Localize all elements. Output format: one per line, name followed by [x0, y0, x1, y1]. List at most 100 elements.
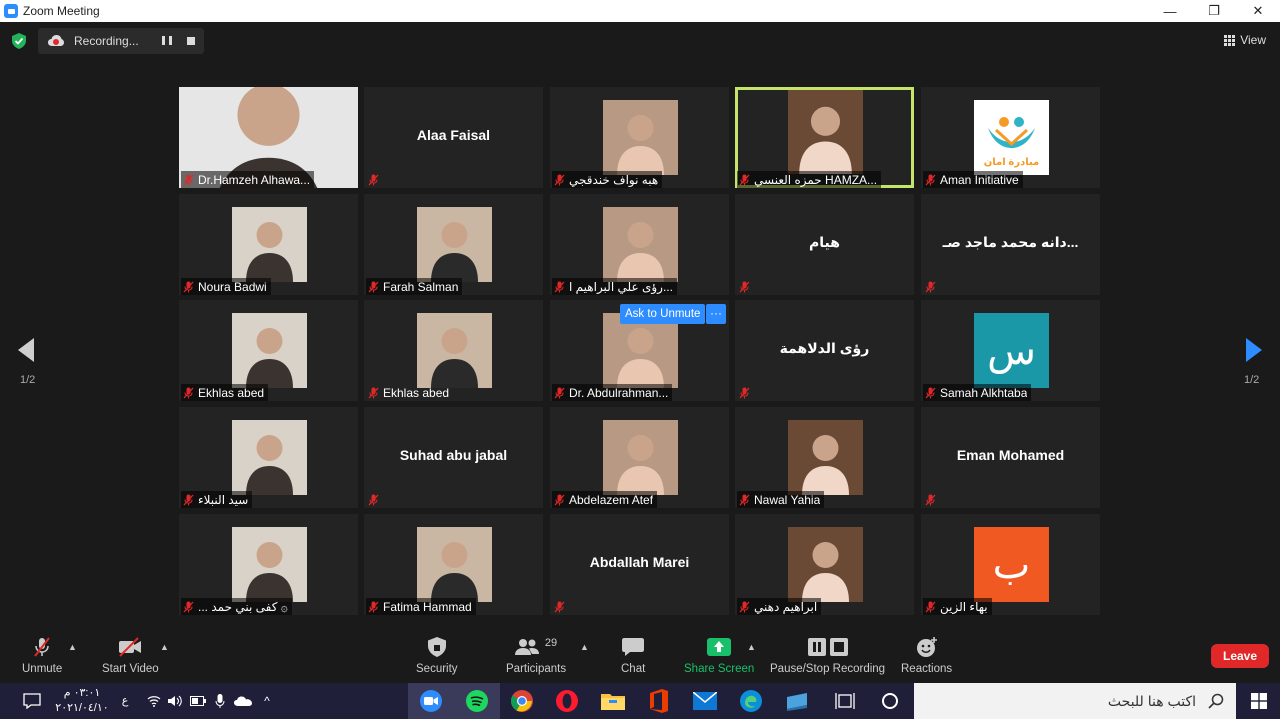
task-view-icon[interactable] — [822, 683, 868, 719]
chat-button[interactable]: Chat — [621, 636, 645, 675]
participant-name: Ekhlas abed — [383, 385, 450, 400]
participant-name-label: Dr. Abdulrahman... — [552, 384, 673, 401]
stop-recording-button[interactable] — [187, 37, 195, 45]
participant-display-name: دانه محمد ماجد صـ... — [942, 234, 1079, 250]
ask-to-unmute-button[interactable]: Ask to Unmute — [620, 304, 706, 324]
participant-tile[interactable]: ب بهاء الزين — [921, 514, 1100, 615]
more-options-button[interactable]: ··· — [706, 304, 726, 324]
windows-taskbar: ٠٣:٠١ م ٢٠٢١/٠٤/١٠ ع ^ اكتب هنا للبحث — [0, 683, 1280, 719]
leave-button[interactable]: Leave — [1211, 644, 1269, 668]
participant-tile[interactable]: Fatima Hammad — [364, 514, 543, 615]
taskbar-opera-icon[interactable] — [544, 683, 590, 719]
participant-tile[interactable]: حمزه العنسي HAMZA... — [735, 87, 914, 188]
muted-mic-icon — [368, 494, 379, 505]
share-screen-button[interactable]: Share Screen — [684, 636, 754, 675]
participant-name-label — [923, 278, 944, 295]
participant-tile[interactable]: هيام — [735, 194, 914, 295]
taskbar-search-box[interactable]: اكتب هنا للبحث — [914, 683, 1236, 719]
video-options-caret-icon[interactable]: ▲ — [160, 642, 169, 652]
participant-name-label: Samah Alkhtaba — [923, 384, 1032, 401]
participant-tile[interactable]: Abdallah Marei — [550, 514, 729, 615]
participant-tile[interactable]: Abdelazem Atef — [550, 407, 729, 508]
volume-icon[interactable] — [166, 683, 184, 719]
muted-mic-icon — [183, 601, 194, 612]
participant-tile[interactable]: Noura Badwi — [179, 194, 358, 295]
participant-tile[interactable]: Alaa Faisal — [364, 87, 543, 188]
microphone-tray-icon[interactable] — [212, 683, 228, 719]
close-button[interactable]: ✕ — [1236, 0, 1280, 22]
next-page-arrow-icon[interactable] — [1246, 338, 1262, 362]
onedrive-cloud-icon[interactable] — [232, 683, 254, 719]
participant-display-name: رؤى الدلاهمة — [779, 340, 870, 356]
participant-name: ابراهيم دهني — [754, 599, 818, 614]
participant-tile[interactable]: Eman Mohamed — [921, 407, 1100, 508]
windows-start-icon[interactable] — [1238, 683, 1280, 719]
battery-icon[interactable] — [188, 683, 208, 719]
taskbar-file-explorer-icon[interactable] — [590, 683, 636, 719]
participant-video-frame — [232, 420, 307, 495]
participant-name-label — [737, 278, 758, 295]
muted-mic-icon — [554, 387, 565, 398]
start-video-button[interactable]: Start Video — [102, 636, 159, 675]
taskbar-app-store-icon[interactable] — [774, 683, 820, 719]
participant-tile[interactable]: Ekhlas abed — [364, 300, 543, 401]
minimize-button[interactable]: — — [1148, 0, 1192, 22]
recording-indicator: Recording... — [38, 28, 204, 54]
participant-name-label — [366, 491, 387, 508]
audio-options-caret-icon[interactable]: ▲ — [68, 642, 77, 652]
clock-time[interactable]: ٠٣:٠١ م — [52, 686, 112, 700]
participant-tile[interactable]: Suhad abu jabal — [364, 407, 543, 508]
participant-video-frame — [417, 313, 492, 388]
previous-page-arrow-icon[interactable] — [18, 338, 34, 362]
taskbar-office-icon[interactable] — [636, 683, 682, 719]
cortana-circle-icon[interactable] — [868, 683, 912, 719]
participant-name-label — [737, 384, 758, 401]
encryption-shield-icon[interactable] — [12, 33, 26, 49]
muted-mic-icon — [925, 494, 936, 505]
grid-view-icon — [1224, 34, 1236, 46]
taskbar-chrome-icon[interactable] — [500, 683, 544, 719]
muted-mic-icon — [183, 387, 194, 398]
taskbar-mail-icon[interactable] — [682, 683, 728, 719]
participant-tile[interactable]: رؤى علي البراهيم ا... — [550, 194, 729, 295]
wifi-icon[interactable] — [146, 683, 162, 719]
participant-tile[interactable]: ... كفى بني حمد ۞ — [179, 514, 358, 615]
participant-tile[interactable]: دانه محمد ماجد صـ... — [921, 194, 1100, 295]
cloud-record-icon — [48, 35, 64, 46]
action-center-icon[interactable] — [20, 683, 44, 719]
participant-tile[interactable]: Ekhlas abed — [179, 300, 358, 401]
unmute-button[interactable]: Unmute — [22, 636, 62, 675]
participant-name-label: ابراهيم دهني — [737, 598, 822, 615]
participant-tile[interactable]: Nawal Yahia — [735, 407, 914, 508]
view-label: View — [1240, 33, 1266, 47]
participants-label: Participants — [506, 663, 567, 675]
pause-stop-recording-button[interactable]: Pause/Stop Recording — [770, 636, 885, 675]
clock-date[interactable]: ٢٠٢١/٠٤/١٠ — [52, 701, 112, 715]
participant-tile[interactable]: هبه نواف خندقجي — [550, 87, 729, 188]
muted-mic-icon — [739, 387, 750, 398]
pause-recording-button[interactable] — [162, 36, 172, 46]
participant-tile[interactable]: Dr.Hamzeh Alhawa... — [179, 87, 358, 188]
view-button[interactable]: View — [1224, 33, 1266, 47]
participant-tile[interactable]: مبادرة امان Aman Initiative — [921, 87, 1100, 188]
restore-button[interactable]: ❐ — [1192, 0, 1236, 22]
participant-name-label: بهاء الزين — [923, 598, 992, 615]
keyboard-language-indicator[interactable]: ع — [118, 694, 132, 708]
share-options-caret-icon[interactable]: ▲ — [747, 642, 756, 652]
meeting-stage: Recording... View 1/2 1/2 Dr.Hamzeh Alha… — [0, 22, 1280, 683]
taskbar-edge-icon[interactable] — [728, 683, 774, 719]
participants-options-caret-icon[interactable]: ▲ — [580, 642, 589, 652]
participant-tile[interactable]: رؤى الدلاهمة — [735, 300, 914, 401]
participant-tile[interactable]: سيد النبلاء — [179, 407, 358, 508]
participant-tile[interactable]: س Samah Alkhtaba — [921, 300, 1100, 401]
participant-tile[interactable]: ابراهيم دهني — [735, 514, 914, 615]
participant-tile[interactable]: Farah Salman — [364, 194, 543, 295]
taskbar-zoom-app-icon[interactable] — [408, 683, 454, 719]
participants-button[interactable]: 29 Participants — [506, 636, 566, 675]
taskbar-spotify-icon[interactable] — [454, 683, 500, 719]
muted-mic-icon — [554, 174, 565, 185]
participant-name-label: سيد النبلاء — [181, 491, 253, 508]
show-hidden-icons-chevron-icon[interactable]: ^ — [258, 683, 276, 719]
reactions-button[interactable]: Reactions — [901, 636, 952, 675]
security-button[interactable]: Security — [416, 636, 458, 675]
